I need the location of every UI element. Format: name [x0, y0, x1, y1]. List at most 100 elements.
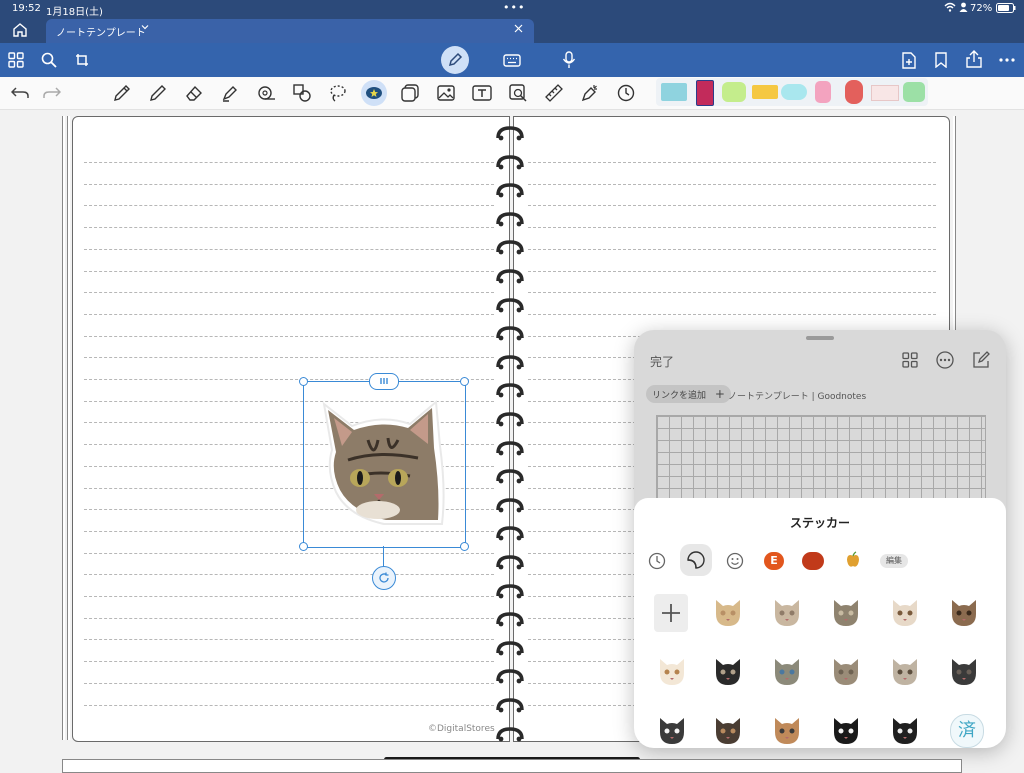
ruled-line	[528, 162, 936, 163]
sticker-blue-label[interactable]	[781, 84, 807, 100]
resize-handle-bottom-right[interactable]	[460, 542, 469, 551]
undo-icon[interactable]	[9, 82, 31, 104]
cat-sticker-thumbnail[interactable]	[708, 710, 748, 748]
sticker-pack-badge[interactable]	[802, 552, 824, 570]
pen-tool-icon[interactable]	[111, 82, 133, 104]
pencil-tool-icon[interactable]	[147, 82, 169, 104]
cat-sticker-thumbnail[interactable]	[767, 651, 807, 691]
share-icon[interactable]	[963, 48, 985, 70]
elements-tool-icon[interactable]	[399, 82, 421, 104]
sticker-colorful[interactable]	[696, 80, 714, 106]
ruled-line	[84, 596, 494, 597]
spiral-ring	[496, 240, 524, 255]
ruled-line	[84, 335, 494, 337]
cat-sticker-thumbnail[interactable]	[885, 710, 925, 748]
ruled-line	[528, 205, 936, 207]
spiral-ring	[496, 297, 524, 312]
chevron-down-icon[interactable]	[141, 23, 149, 31]
sticker-picker[interactable]: ステッカー E 編集 済	[634, 498, 1006, 748]
close-tab-icon[interactable]	[514, 24, 523, 33]
sticker-red-charm[interactable]	[845, 80, 863, 104]
tab-title: ノートテンプレート	[56, 28, 146, 39]
resize-handle-bottom-left[interactable]	[299, 542, 308, 551]
cat-sticker-thumbnail[interactable]	[708, 651, 748, 691]
washi-tape-pink[interactable]	[871, 85, 899, 101]
bookmark-icon[interactable]	[930, 49, 952, 71]
spiral-ring	[496, 583, 524, 598]
grid-icon[interactable]	[902, 352, 918, 368]
compose-icon[interactable]	[972, 351, 990, 369]
shapes-tool-icon[interactable]	[291, 82, 313, 104]
cat-sticker-thumbnail[interactable]	[767, 710, 807, 748]
ruler-tool-icon[interactable]	[543, 82, 565, 104]
image-tool-icon[interactable]	[435, 82, 457, 104]
highlighter-tool-icon[interactable]	[219, 82, 241, 104]
more-icon[interactable]	[996, 49, 1018, 71]
cat-sticker-thumbnail[interactable]	[944, 651, 984, 691]
laser-pointer-icon[interactable]	[579, 82, 601, 104]
washi-tape-yellow[interactable]	[752, 85, 778, 99]
sticker-category-stickers[interactable]	[680, 544, 712, 576]
stamp-sticker[interactable]: 済	[950, 714, 984, 748]
pen-mode-button[interactable]	[441, 46, 469, 74]
cat-sticker-thumbnail[interactable]	[767, 592, 807, 632]
washi-tape-blue[interactable]	[661, 83, 687, 101]
quick-note-panel[interactable]: 完了 リンクを追加 + ノートテンプレート | Goodnotes ステッカー …	[634, 330, 1006, 748]
edit-button[interactable]: 編集	[880, 554, 908, 568]
sticker-pink-jar[interactable]	[815, 81, 831, 103]
microphone-icon[interactable]	[558, 49, 580, 71]
grid-view-icon[interactable]	[5, 49, 27, 71]
tab-note-template[interactable]: ノートテンプレート	[46, 19, 534, 43]
cat-sticker-thumbnail[interactable]	[708, 592, 748, 632]
cat-sticker[interactable]	[318, 400, 448, 526]
sticker-green-flower[interactable]	[903, 82, 925, 102]
ruled-line	[84, 183, 494, 185]
ruled-line	[528, 183, 936, 185]
ruled-line	[84, 379, 494, 380]
rotate-handle[interactable]	[372, 566, 396, 590]
resize-handle-top-right[interactable]	[460, 377, 469, 386]
cat-sticker-thumbnail[interactable]	[885, 592, 925, 632]
rotate-handle-stem	[383, 546, 384, 567]
sticker-tool-button[interactable]	[361, 80, 387, 106]
watermark-text: ©DigitalStores	[428, 724, 495, 734]
done-button[interactable]: 完了	[650, 353, 674, 370]
search-icon[interactable]	[38, 49, 60, 71]
emoji-icon[interactable]	[726, 552, 744, 570]
cat-sticker-thumbnail[interactable]	[826, 651, 866, 691]
cat-sticker-thumbnail[interactable]	[826, 592, 866, 632]
keyboard-icon[interactable]	[501, 49, 523, 71]
move-handle[interactable]	[369, 373, 399, 390]
cat-sticker-thumbnail[interactable]	[652, 651, 692, 691]
etsy-sticker-pack[interactable]: E	[764, 552, 784, 570]
ruled-line	[84, 313, 494, 315]
recent-clock-icon[interactable]	[648, 552, 666, 570]
eraser-tool-icon[interactable]	[183, 82, 205, 104]
cat-sticker-thumbnail[interactable]	[944, 592, 984, 632]
multitask-dots-icon[interactable]: •••	[503, 1, 525, 14]
cat-sticker-thumbnail[interactable]	[826, 710, 866, 748]
cat-sticker-thumbnail[interactable]	[652, 710, 692, 748]
home-icon[interactable]	[12, 22, 28, 37]
lasso-rotate-icon[interactable]	[72, 49, 94, 71]
cat-sticker-thumbnail[interactable]	[885, 651, 925, 691]
tape-tool-icon[interactable]	[255, 82, 277, 104]
ruled-line	[528, 248, 936, 250]
add-link-label: リンクを追加	[652, 391, 707, 401]
add-page-icon[interactable]	[898, 49, 920, 71]
panel-grabber[interactable]	[806, 336, 834, 340]
zoom-window-icon[interactable]	[507, 82, 529, 104]
spiral-ring	[496, 698, 524, 713]
lasso-tool-icon[interactable]	[327, 82, 349, 104]
text-tool-icon[interactable]	[471, 82, 493, 104]
add-link-button[interactable]: リンクを追加 +	[646, 385, 731, 403]
resize-handle-top-left[interactable]	[299, 377, 308, 386]
sticker-green-label[interactable]	[722, 82, 746, 102]
history-icon[interactable]	[615, 82, 637, 104]
spiral-ring	[496, 669, 524, 684]
more-circle-icon[interactable]	[936, 351, 954, 369]
spiral-ring	[496, 326, 524, 341]
apple-sticker-pack-icon[interactable]	[846, 551, 860, 568]
add-sticker-button[interactable]	[654, 594, 688, 632]
redo-icon[interactable]	[41, 82, 63, 104]
